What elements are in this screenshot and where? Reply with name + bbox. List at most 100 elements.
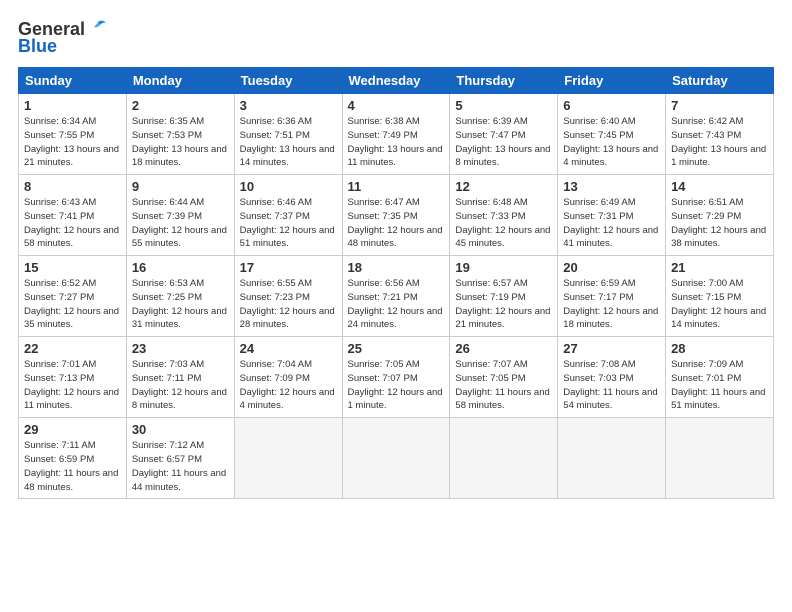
logo-blue-text: Blue	[18, 36, 57, 57]
day-number: 25	[348, 341, 445, 356]
calendar-day-cell: 16 Sunrise: 6:53 AMSunset: 7:25 PMDayligh…	[126, 256, 234, 337]
calendar-header-monday: Monday	[126, 68, 234, 94]
calendar-day-cell	[558, 418, 666, 499]
day-info: Sunrise: 6:43 AMSunset: 7:41 PMDaylight:…	[24, 197, 119, 249]
day-number: 14	[671, 179, 768, 194]
day-number: 15	[24, 260, 121, 275]
day-number: 17	[240, 260, 337, 275]
calendar-day-cell: 1Sunrise: 6:34 AMSunset: 7:55 PMDaylight…	[19, 94, 127, 175]
day-number: 10	[240, 179, 337, 194]
day-info: Sunrise: 6:51 AMSunset: 7:29 PMDaylight:…	[671, 197, 766, 249]
calendar-day-cell: 22 Sunrise: 7:01 AMSunset: 7:13 PMDayligh…	[19, 337, 127, 418]
calendar-day-cell: 8 Sunrise: 6:43 AMSunset: 7:41 PMDaylight…	[19, 175, 127, 256]
day-number: 30	[132, 422, 229, 437]
day-number: 8	[24, 179, 121, 194]
day-info: Sunrise: 6:35 AMSunset: 7:53 PMDaylight:…	[132, 116, 227, 168]
calendar-header-sunday: Sunday	[19, 68, 127, 94]
day-number: 9	[132, 179, 229, 194]
day-number: 23	[132, 341, 229, 356]
day-info: Sunrise: 7:00 AMSunset: 7:15 PMDaylight:…	[671, 278, 766, 330]
day-number: 1	[24, 98, 121, 113]
day-info: Sunrise: 6:38 AMSunset: 7:49 PMDaylight:…	[348, 116, 443, 168]
calendar-day-cell: 26 Sunrise: 7:07 AMSunset: 7:05 PMDayligh…	[450, 337, 558, 418]
day-info: Sunrise: 6:55 AMSunset: 7:23 PMDaylight:…	[240, 278, 335, 330]
day-info: Sunrise: 6:59 AMSunset: 7:17 PMDaylight:…	[563, 278, 658, 330]
calendar-day-cell: 6 Sunrise: 6:40 AMSunset: 7:45 PMDaylight…	[558, 94, 666, 175]
day-info: Sunrise: 7:04 AMSunset: 7:09 PMDaylight:…	[240, 359, 335, 411]
day-number: 7	[671, 98, 768, 113]
calendar-day-cell: 25 Sunrise: 7:05 AMSunset: 7:07 PMDayligh…	[342, 337, 450, 418]
calendar-header-thursday: Thursday	[450, 68, 558, 94]
day-info: Sunrise: 7:09 AMSunset: 7:01 PMDaylight:…	[671, 359, 765, 411]
calendar-day-cell: 2 Sunrise: 6:35 AMSunset: 7:53 PMDaylight…	[126, 94, 234, 175]
day-number: 16	[132, 260, 229, 275]
calendar-day-cell: 28 Sunrise: 7:09 AMSunset: 7:01 PMDayligh…	[666, 337, 774, 418]
calendar-day-cell: 27 Sunrise: 7:08 AMSunset: 7:03 PMDayligh…	[558, 337, 666, 418]
calendar-day-cell: 14 Sunrise: 6:51 AMSunset: 7:29 PMDayligh…	[666, 175, 774, 256]
day-number: 2	[132, 98, 229, 113]
day-info: Sunrise: 6:42 AMSunset: 7:43 PMDaylight:…	[671, 116, 766, 168]
day-number: 18	[348, 260, 445, 275]
day-number: 5	[455, 98, 552, 113]
calendar-day-cell: 19 Sunrise: 6:57 AMSunset: 7:19 PMDayligh…	[450, 256, 558, 337]
day-number: 29	[24, 422, 121, 437]
day-info: Sunrise: 6:53 AMSunset: 7:25 PMDaylight:…	[132, 278, 227, 330]
logo-bird-icon	[87, 18, 109, 40]
calendar-header-wednesday: Wednesday	[342, 68, 450, 94]
calendar-day-cell: 4 Sunrise: 6:38 AMSunset: 7:49 PMDaylight…	[342, 94, 450, 175]
day-info: Sunrise: 7:05 AMSunset: 7:07 PMDaylight:…	[348, 359, 443, 411]
day-number: 4	[348, 98, 445, 113]
day-info: Sunrise: 6:52 AMSunset: 7:27 PMDaylight:…	[24, 278, 119, 330]
day-number: 27	[563, 341, 660, 356]
calendar-week-row: 15 Sunrise: 6:52 AMSunset: 7:27 PMDayligh…	[19, 256, 774, 337]
day-info: Sunrise: 6:46 AMSunset: 7:37 PMDaylight:…	[240, 197, 335, 249]
day-number: 20	[563, 260, 660, 275]
calendar-day-cell: 13 Sunrise: 6:49 AMSunset: 7:31 PMDayligh…	[558, 175, 666, 256]
calendar-day-cell: 23 Sunrise: 7:03 AMSunset: 7:11 PMDayligh…	[126, 337, 234, 418]
calendar-day-cell: 9Sunrise: 6:44 AMSunset: 7:39 PMDaylight…	[126, 175, 234, 256]
day-info: Sunrise: 6:47 AMSunset: 7:35 PMDaylight:…	[348, 197, 443, 249]
calendar-header-saturday: Saturday	[666, 68, 774, 94]
calendar-day-cell: 12 Sunrise: 6:48 AMSunset: 7:33 PMDayligh…	[450, 175, 558, 256]
calendar-day-cell	[450, 418, 558, 499]
calendar-day-cell: 3Sunrise: 6:36 AMSunset: 7:51 PMDaylight…	[234, 94, 342, 175]
calendar-day-cell	[234, 418, 342, 499]
calendar-day-cell: 21 Sunrise: 7:00 AMSunset: 7:15 PMDayligh…	[666, 256, 774, 337]
logo: General Blue	[18, 18, 109, 57]
day-number: 26	[455, 341, 552, 356]
day-info: Sunrise: 6:36 AMSunset: 7:51 PMDaylight:…	[240, 116, 335, 168]
calendar-day-cell: 7 Sunrise: 6:42 AMSunset: 7:43 PMDaylight…	[666, 94, 774, 175]
calendar-week-row: 1Sunrise: 6:34 AMSunset: 7:55 PMDaylight…	[19, 94, 774, 175]
day-number: 12	[455, 179, 552, 194]
day-info: Sunrise: 6:56 AMSunset: 7:21 PMDaylight:…	[348, 278, 443, 330]
calendar-week-row: 29Sunrise: 7:11 AMSunset: 6:59 PMDayligh…	[19, 418, 774, 499]
calendar-table: SundayMondayTuesdayWednesdayThursdayFrid…	[18, 67, 774, 499]
day-info: Sunrise: 6:40 AMSunset: 7:45 PMDaylight:…	[563, 116, 658, 168]
day-info: Sunrise: 7:01 AMSunset: 7:13 PMDaylight:…	[24, 359, 119, 411]
calendar-day-cell	[342, 418, 450, 499]
day-info: Sunrise: 7:12 AMSunset: 6:57 PMDaylight:…	[132, 440, 226, 492]
day-number: 6	[563, 98, 660, 113]
day-number: 19	[455, 260, 552, 275]
day-number: 28	[671, 341, 768, 356]
day-info: Sunrise: 7:07 AMSunset: 7:05 PMDaylight:…	[455, 359, 549, 411]
calendar-week-row: 8 Sunrise: 6:43 AMSunset: 7:41 PMDaylight…	[19, 175, 774, 256]
calendar-day-cell: 17 Sunrise: 6:55 AMSunset: 7:23 PMDayligh…	[234, 256, 342, 337]
calendar-header-tuesday: Tuesday	[234, 68, 342, 94]
day-number: 24	[240, 341, 337, 356]
day-number: 13	[563, 179, 660, 194]
calendar-day-cell: 15 Sunrise: 6:52 AMSunset: 7:27 PMDayligh…	[19, 256, 127, 337]
day-number: 21	[671, 260, 768, 275]
calendar-header-friday: Friday	[558, 68, 666, 94]
calendar-week-row: 22 Sunrise: 7:01 AMSunset: 7:13 PMDayligh…	[19, 337, 774, 418]
calendar-day-cell	[666, 418, 774, 499]
day-number: 11	[348, 179, 445, 194]
day-info: Sunrise: 6:49 AMSunset: 7:31 PMDaylight:…	[563, 197, 658, 249]
day-info: Sunrise: 7:08 AMSunset: 7:03 PMDaylight:…	[563, 359, 657, 411]
day-info: Sunrise: 6:57 AMSunset: 7:19 PMDaylight:…	[455, 278, 550, 330]
day-number: 22	[24, 341, 121, 356]
calendar-day-cell: 29Sunrise: 7:11 AMSunset: 6:59 PMDayligh…	[19, 418, 127, 499]
day-info: Sunrise: 6:48 AMSunset: 7:33 PMDaylight:…	[455, 197, 550, 249]
day-info: Sunrise: 7:03 AMSunset: 7:11 PMDaylight:…	[132, 359, 227, 411]
calendar-header-row: SundayMondayTuesdayWednesdayThursdayFrid…	[19, 68, 774, 94]
